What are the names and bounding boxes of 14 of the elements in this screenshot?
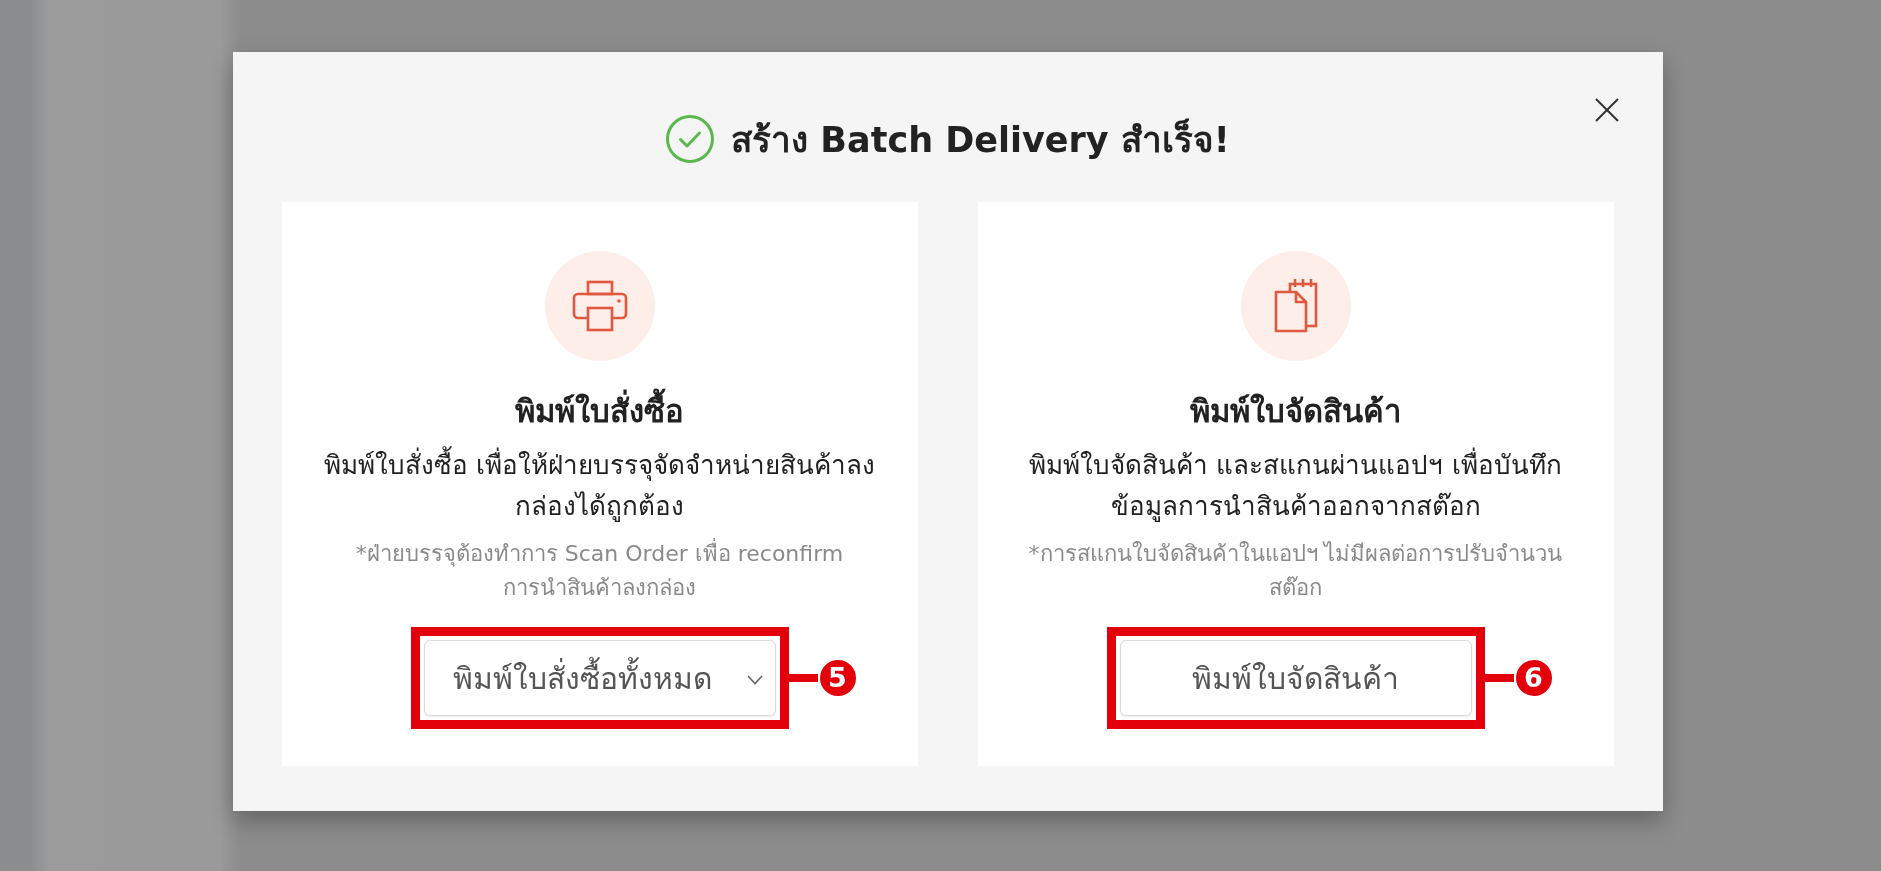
step-number: 6: [1513, 658, 1554, 698]
print-button[interactable]: พิมพ์ใบจัดสินค้า: [1119, 640, 1472, 716]
caret-icon: [746, 675, 763, 685]
option-note: *การสแกนใบจัดสินค้าในแอปฯ ไม่มีผลต่อการปรับจำนวน สต๊อก: [1028, 540, 1563, 602]
option-description: พิมพ์ใบจัดสินค้า และสแกนผ่านแอปฯ เพื่อบันทึก ข้อมูลการนำสินค้าออกจากสต๊อก: [1029, 445, 1562, 527]
dialog-title: สร้าง Batch Delivery สำเร็จ!: [731, 117, 1230, 162]
option-note: *ฝ่ายบรรจุต้องทำการ Scan Order เพื่อ reconfirm การนำสินค้าลงกล่อง: [355, 537, 844, 605]
option-title: พิมพ์ใบจัดสินค้า: [1190, 392, 1401, 431]
step-number: 5: [817, 658, 858, 698]
printer-icon: [571, 278, 628, 334]
close-button[interactable]: [1593, 97, 1620, 123]
option-description: พิมพ์ใบสั่งซื้อ เพื่อให้ฝ่ายบรรจุจัดจำหน่ายสินค้าลง กล่องได้ถูกต้อง: [323, 445, 876, 527]
print-dropdown[interactable]: พิมพ์ใบสั่งซื้อทั้งหมด: [423, 640, 776, 716]
close-icon: [1594, 98, 1619, 122]
